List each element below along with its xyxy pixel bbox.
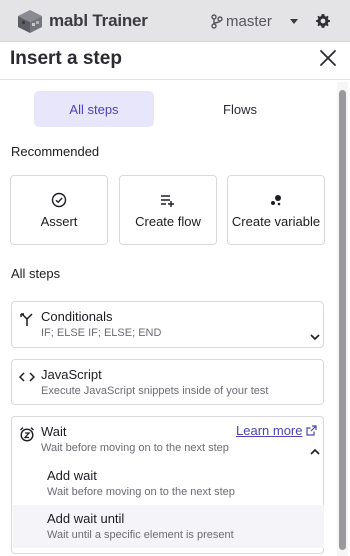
step-name: Conditionals xyxy=(41,309,113,324)
learn-more-link[interactable]: Learn more xyxy=(236,423,318,438)
sub-step-description: Wait until a specific element is present xyxy=(47,529,234,541)
sub-step-name: Add wait xyxy=(47,468,97,483)
header-divider xyxy=(0,79,350,80)
panel-title: Insert a step xyxy=(10,48,122,69)
step-description: Wait before moving on to the next step xyxy=(41,442,229,454)
step-description: IF; ELSE IF; ELSE; END xyxy=(41,327,162,339)
caret-down-icon[interactable] xyxy=(290,19,298,24)
list-add-icon xyxy=(161,194,174,207)
step-wait[interactable]: Wait Wait before moving on to the next s… xyxy=(11,416,324,554)
sub-step-add-wait-until[interactable]: Add wait until Wait until a specific ele… xyxy=(13,505,324,548)
check-circle-icon xyxy=(51,192,67,207)
create-flow-card[interactable]: Create flow xyxy=(119,175,217,245)
external-link-icon xyxy=(306,425,318,436)
assert-label: Assert xyxy=(40,213,78,229)
app-title: mabl Trainer xyxy=(49,11,148,30)
sub-step-add-wait[interactable]: Add wait Wait before moving on to the ne… xyxy=(13,462,324,505)
tab-all-steps[interactable]: All steps xyxy=(34,91,154,127)
recommended-heading: Recommended xyxy=(11,144,100,159)
gear-icon[interactable] xyxy=(315,13,331,29)
tab-flows[interactable]: Flows xyxy=(180,91,300,127)
assert-card[interactable]: Assert xyxy=(10,175,108,245)
step-description: Execute JavaScript snippets inside of yo… xyxy=(41,385,269,397)
learn-more-text: Learn more xyxy=(236,423,303,438)
branch-fork-icon xyxy=(20,313,33,326)
code-icon xyxy=(19,372,35,382)
mabl-logo-icon xyxy=(18,10,42,33)
step-name: JavaScript xyxy=(41,367,102,382)
create-variable-card[interactable]: Create variable xyxy=(227,175,325,245)
step-conditionals[interactable]: Conditionals IF; ELSE IF; ELSE; END xyxy=(11,301,324,348)
all-steps-heading: All steps xyxy=(11,266,61,281)
close-icon[interactable] xyxy=(319,49,337,67)
trainer-topbar: mabl Trainer master xyxy=(0,0,350,42)
step-name: Wait xyxy=(41,424,67,439)
create-flow-label: Create flow xyxy=(135,213,201,229)
variable-icon xyxy=(271,194,281,205)
branch-name: master xyxy=(226,13,272,30)
sub-step-description: Wait before moving on to the next step xyxy=(47,486,235,498)
chevron-down-icon[interactable] xyxy=(309,331,321,343)
scrollbar-thumb[interactable] xyxy=(339,90,346,550)
sub-step-name: Add wait until xyxy=(47,511,125,526)
chevron-up-icon[interactable] xyxy=(309,446,321,458)
git-branch-icon xyxy=(211,14,223,29)
step-javascript[interactable]: JavaScript Execute JavaScript snippets i… xyxy=(11,359,324,405)
create-variable-label: Create variable xyxy=(231,213,321,229)
alarm-clock-icon xyxy=(20,427,34,442)
branch-selector[interactable]: master xyxy=(211,13,272,30)
